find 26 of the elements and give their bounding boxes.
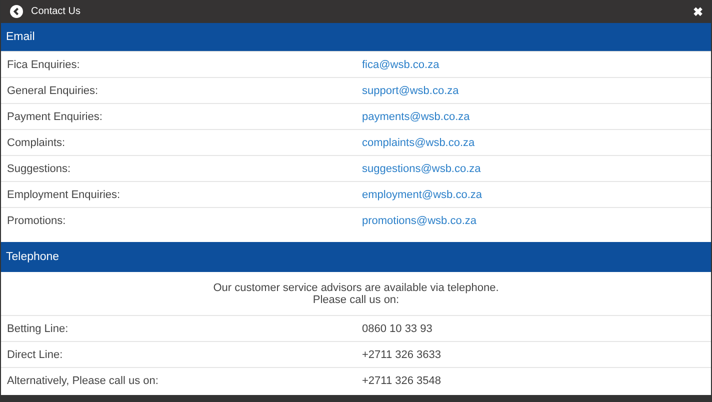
- row-label: Employment Enquiries:: [6, 188, 122, 200]
- phone-number: +2711 326 3633: [362, 348, 442, 360]
- row-label: Complaints:: [6, 136, 66, 148]
- email-link[interactable]: fica@wsb.co.za: [362, 58, 440, 70]
- row-label: Fica Enquiries:: [6, 58, 81, 70]
- email-link[interactable]: complaints@wsb.co.za: [362, 136, 475, 148]
- email-link[interactable]: support@wsb.co.za: [362, 84, 459, 96]
- row-label: Alternatively, Please call us on:: [6, 374, 160, 386]
- row-label: Suggestions:: [6, 162, 72, 174]
- row-label: Betting Line:: [6, 322, 70, 334]
- window-title: Contact Us: [31, 6, 80, 17]
- intro-text: Our customer service advisors are available via telephone. Please call us on:: [212, 280, 500, 308]
- row-label: Payment Enquiries:: [6, 110, 104, 122]
- back-icon[interactable]: [10, 5, 23, 18]
- phone-number: +2711 326 3548: [362, 374, 442, 386]
- phone-number: 0860 10 33 93: [362, 322, 432, 334]
- row-label: Direct Line:: [6, 348, 64, 360]
- close-button[interactable]: ✖: [693, 4, 703, 18]
- row-label: Promotions:: [6, 214, 67, 226]
- email-link[interactable]: employment@wsb.co.za: [362, 188, 482, 200]
- email-link[interactable]: promotions@wsb.co.za: [362, 214, 476, 226]
- section-title: Telephone: [6, 251, 60, 263]
- email-link[interactable]: suggestions@wsb.co.za: [362, 162, 481, 174]
- section-title: Email: [6, 31, 35, 43]
- row-label: General Enquiries:: [6, 84, 100, 96]
- email-link[interactable]: payments@wsb.co.za: [362, 110, 470, 122]
